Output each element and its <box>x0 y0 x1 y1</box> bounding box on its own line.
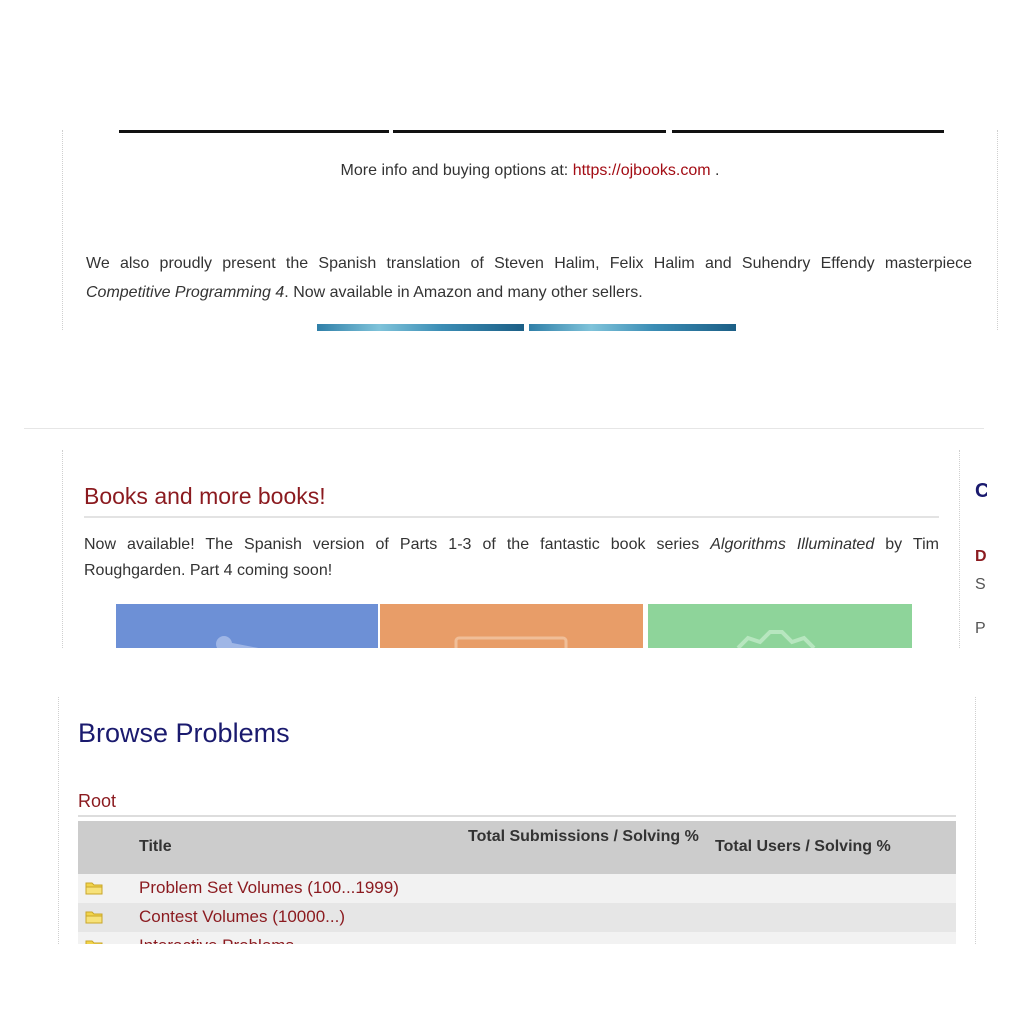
books-heading: Books and more books! <box>84 483 326 509</box>
divider-rule <box>119 130 389 133</box>
table-header: Title Total Submissions / Solving % Tota… <box>78 821 956 874</box>
graph-icon <box>216 636 259 648</box>
book-cover-image[interactable] <box>529 324 736 331</box>
book-promo-panel: More info and buying options at: https:/… <box>62 130 998 331</box>
side-column-fragment: C <box>975 480 987 502</box>
book-title-algorithms-illuminated: Algorithms Illuminated <box>710 536 875 553</box>
side-column-fragment: D <box>975 548 987 565</box>
book-cover-part2[interactable] <box>380 604 643 648</box>
screen-icon <box>454 636 568 648</box>
heading-underline <box>84 516 939 518</box>
side-column-fragment: S <box>975 576 986 593</box>
buying-info-suffix: . <box>710 162 720 179</box>
ojbooks-link[interactable]: https://ojbooks.com <box>573 162 711 179</box>
table-row[interactable]: Interactive Problems <box>78 932 956 944</box>
announcement-text-end: . Now available in Amazon and many other… <box>284 284 643 301</box>
books-text: Now available! The Spanish version of Pa… <box>84 536 711 553</box>
announcement-text: We also proudly present the Spanish tran… <box>86 255 972 272</box>
breadcrumb-root[interactable]: Root <box>78 791 116 812</box>
breadcrumb-underline <box>78 815 956 817</box>
browse-problems-panel: Browse Problems Root Title Total Submiss… <box>58 697 976 944</box>
books-announcement: Now available! The Spanish version of Pa… <box>84 532 939 584</box>
buying-info-text: More info and buying options at: <box>340 162 573 179</box>
folder-icon <box>85 882 103 895</box>
book-cover-image[interactable] <box>317 324 524 331</box>
table-row[interactable]: Problem Set Volumes (100...1999) <box>78 874 956 903</box>
divider-rule <box>393 130 666 133</box>
divider-rule <box>672 130 944 133</box>
translation-announcement: We also proudly present the Spanish tran… <box>86 249 972 307</box>
section-divider <box>24 428 984 429</box>
column-header-submissions[interactable]: Total Submissions / Solving % <box>468 827 708 847</box>
folder-icon <box>85 940 103 944</box>
buying-info: More info and buying options at: https:/… <box>63 162 997 180</box>
books-panel: Books and more books! Now available! The… <box>62 450 960 648</box>
column-header-title[interactable]: Title <box>139 838 172 856</box>
table-row[interactable]: Contest Volumes (10000...) <box>78 903 956 932</box>
book-title-cp4: Competitive Programming 4 <box>86 284 285 301</box>
problem-category-link[interactable]: Interactive Problems <box>139 936 294 944</box>
column-header-users[interactable]: Total Users / Solving % <box>715 838 891 856</box>
gear-icon <box>736 630 816 648</box>
book-cover-part3[interactable] <box>648 604 912 648</box>
book-cover-part1[interactable] <box>116 604 378 648</box>
problem-category-link[interactable]: Problem Set Volumes (100...1999) <box>139 878 399 898</box>
side-column-fragment: P <box>975 620 986 637</box>
problem-category-link[interactable]: Contest Volumes (10000...) <box>139 907 345 927</box>
page-title: Browse Problems <box>78 718 290 748</box>
folder-icon <box>85 911 103 924</box>
